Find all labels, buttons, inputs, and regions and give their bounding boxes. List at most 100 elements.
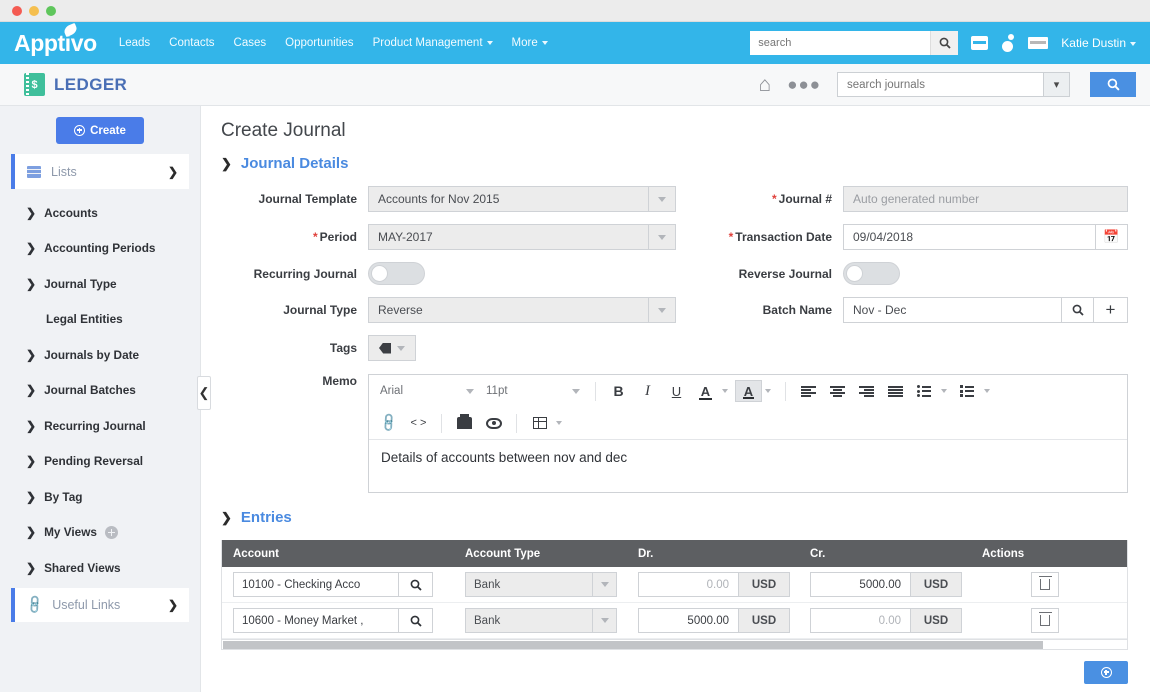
highlight-color-button[interactable]: A bbox=[735, 380, 762, 402]
notification-icon[interactable] bbox=[1001, 34, 1015, 52]
toolbar-divider bbox=[441, 414, 442, 433]
journal-details-section-header[interactable]: ❯ Journal Details bbox=[221, 155, 1128, 172]
create-button[interactable]: Create bbox=[56, 117, 144, 144]
more-options-icon[interactable]: ●●● bbox=[787, 76, 821, 93]
global-search-button[interactable] bbox=[930, 31, 958, 55]
numbered-list-button[interactable] bbox=[954, 380, 981, 402]
sidebar-item-journal-type[interactable]: ❯ Journal Type bbox=[0, 266, 200, 302]
text-color-button[interactable]: A bbox=[692, 380, 719, 402]
align-left-button[interactable] bbox=[795, 380, 822, 402]
add-entry-button[interactable] bbox=[1084, 661, 1128, 684]
sidebar-collapse-handle[interactable]: ❮ bbox=[197, 376, 211, 410]
delete-row-button[interactable] bbox=[1031, 572, 1059, 597]
sidebar-item-legal-entities[interactable]: Legal Entities bbox=[0, 302, 200, 338]
chevron-down-icon[interactable] bbox=[722, 389, 728, 393]
calendar-icon[interactable]: 📅 bbox=[1095, 225, 1127, 249]
journal-template-select[interactable]: Accounts for Nov 2015 bbox=[368, 186, 676, 212]
journal-search-dropdown[interactable]: ▾ bbox=[1043, 73, 1069, 96]
bullet-list-button[interactable] bbox=[911, 380, 938, 402]
align-center-button[interactable] bbox=[824, 380, 851, 402]
chevron-down-icon[interactable] bbox=[941, 389, 947, 393]
minimize-window-button[interactable] bbox=[29, 6, 39, 16]
home-icon[interactable]: ⌂ bbox=[759, 74, 772, 95]
sidebar-item-my-views[interactable]: ❯ My Views bbox=[0, 515, 200, 551]
apps-icon[interactable] bbox=[971, 36, 988, 50]
add-batch-icon[interactable]: + bbox=[1094, 297, 1128, 323]
chevron-down-icon[interactable] bbox=[556, 421, 562, 425]
italic-button[interactable]: I bbox=[634, 380, 661, 402]
delete-row-button[interactable] bbox=[1031, 608, 1059, 633]
scrollbar-thumb[interactable] bbox=[223, 641, 1043, 649]
sidebar-item-label: By Tag bbox=[44, 490, 82, 504]
sidebar-item-accounts[interactable]: ❯ Accounts bbox=[0, 195, 200, 231]
insert-link-button[interactable]: 🔗 bbox=[376, 412, 403, 434]
nav-link-more[interactable]: More bbox=[512, 37, 548, 49]
cell-cr: USD bbox=[799, 608, 971, 633]
sidebar-item-recurring-journal[interactable]: ❯ Recurring Journal bbox=[0, 408, 200, 444]
account-input[interactable] bbox=[234, 573, 398, 596]
sidebar-item-by-tag[interactable]: ❯ By Tag bbox=[0, 479, 200, 515]
account-input[interactable] bbox=[234, 609, 398, 632]
underline-button[interactable]: U bbox=[663, 380, 690, 402]
table-row: Bank USD USD bbox=[222, 567, 1127, 603]
dr-amount-input[interactable] bbox=[638, 572, 738, 597]
sidebar-item-useful-links[interactable]: 🔗 Useful Links ❯ bbox=[11, 588, 189, 622]
sidebar-item-lists[interactable]: Lists ❯ bbox=[11, 154, 189, 189]
search-icon[interactable] bbox=[398, 573, 432, 596]
insert-table-button[interactable] bbox=[526, 412, 553, 434]
account-type-select[interactable]: Bank bbox=[465, 608, 617, 633]
nav-link-leads[interactable]: Leads bbox=[119, 37, 150, 49]
nav-link-product-management[interactable]: Product Management bbox=[373, 37, 493, 49]
sidebar-item-shared-views[interactable]: ❯ Shared Views bbox=[0, 550, 200, 586]
sidebar-item-journals-by-date[interactable]: ❯ Journals by Date bbox=[0, 337, 200, 373]
font-family-select[interactable]: Arial bbox=[376, 380, 480, 402]
period-select[interactable]: MAY-2017 bbox=[368, 224, 676, 250]
field-batch-name: Batch Name + bbox=[696, 297, 1128, 323]
entries-horizontal-scrollbar[interactable] bbox=[221, 640, 1128, 650]
recurring-journal-toggle[interactable] bbox=[368, 262, 425, 285]
align-justify-button[interactable] bbox=[882, 380, 909, 402]
journal-type-select[interactable]: Reverse bbox=[368, 297, 676, 323]
sidebar-item-label: Useful Links bbox=[52, 598, 168, 612]
preview-button[interactable] bbox=[480, 412, 507, 434]
bold-button[interactable]: B bbox=[605, 380, 632, 402]
search-icon[interactable] bbox=[398, 609, 432, 632]
sidebar-item-pending-reversal[interactable]: ❯ Pending Reversal bbox=[0, 444, 200, 480]
field-label: *Transaction Date bbox=[696, 230, 843, 244]
memo-textarea[interactable]: Details of accounts between nov and dec bbox=[369, 440, 1127, 492]
global-search-input[interactable] bbox=[750, 31, 930, 55]
chevron-down-icon[interactable] bbox=[984, 389, 990, 393]
transaction-date-input[interactable] bbox=[844, 225, 1095, 249]
close-window-button[interactable] bbox=[12, 6, 22, 16]
nav-link-contacts[interactable]: Contacts bbox=[169, 37, 214, 49]
account-type-select[interactable]: Bank bbox=[465, 572, 617, 597]
maximize-window-button[interactable] bbox=[46, 6, 56, 16]
dr-amount-field: USD bbox=[638, 608, 790, 633]
entries-section-header[interactable]: ❯ Entries bbox=[221, 509, 1128, 526]
user-menu[interactable]: Katie Dustin bbox=[1061, 36, 1136, 50]
journal-search-input[interactable] bbox=[838, 73, 1043, 96]
tags-button[interactable] bbox=[368, 335, 416, 361]
field-label: Journal Template bbox=[221, 192, 368, 206]
apptivo-logo[interactable]: Apptivo bbox=[14, 30, 97, 57]
font-size-select[interactable]: 11pt bbox=[482, 380, 586, 402]
field-label: Recurring Journal bbox=[221, 267, 368, 281]
chevron-right-icon: ❯ bbox=[26, 454, 36, 468]
cr-amount-input[interactable] bbox=[810, 572, 910, 597]
cr-amount-input[interactable] bbox=[810, 608, 910, 633]
journal-search-button[interactable] bbox=[1090, 72, 1136, 97]
reverse-journal-toggle[interactable] bbox=[843, 262, 900, 285]
source-code-button[interactable]: < > bbox=[405, 412, 432, 434]
nav-link-opportunities[interactable]: Opportunities bbox=[285, 37, 353, 49]
batch-name-input[interactable] bbox=[844, 298, 1061, 322]
chevron-down-icon[interactable] bbox=[765, 389, 771, 393]
align-right-button[interactable] bbox=[853, 380, 880, 402]
sidebar-item-accounting-periods[interactable]: ❯ Accounting Periods bbox=[0, 231, 200, 267]
add-view-icon[interactable] bbox=[105, 526, 118, 539]
dr-amount-input[interactable] bbox=[638, 608, 738, 633]
search-icon[interactable] bbox=[1061, 298, 1093, 322]
sidebar-item-journal-batches[interactable]: ❯ Journal Batches bbox=[0, 373, 200, 409]
print-button[interactable] bbox=[451, 412, 478, 434]
nav-link-cases[interactable]: Cases bbox=[234, 37, 267, 49]
cell-cr: USD bbox=[799, 572, 971, 597]
